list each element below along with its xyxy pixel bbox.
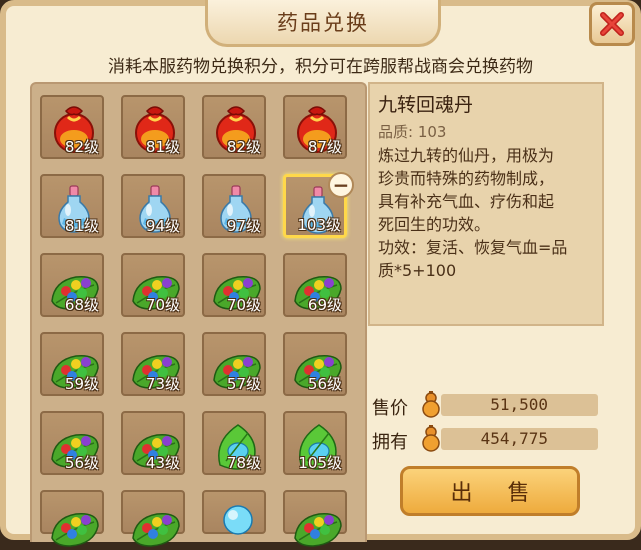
item-effect-line: 质*5+100 [378, 261, 457, 280]
item-slot[interactable]: 87级 [283, 95, 347, 159]
item-level: 57级 [226, 375, 261, 393]
item-name: 九转回魂丹 [378, 94, 474, 116]
item-level: 82级 [226, 138, 261, 156]
item-level: 73级 [145, 375, 180, 393]
herb-icon [51, 513, 99, 547]
dialog-title: 药品兑换 [205, 0, 441, 47]
item-slot[interactable]: 82级 [202, 95, 266, 159]
item-slot[interactable]: 81级 [40, 174, 104, 238]
item-level: 59级 [64, 375, 99, 393]
gourd-currency-icon [422, 391, 440, 418]
item-level: 43级 [145, 454, 180, 472]
item-level: 78级 [226, 454, 261, 472]
item-slot[interactable]: 43级 [121, 411, 185, 475]
item-level: 94级 [145, 217, 180, 235]
item-slot[interactable]: 78级 [202, 411, 266, 475]
dialog-subtitle: 消耗本服药物兑换积分，积分可在跨服帮战商会兑换药物 [108, 57, 533, 77]
close-button[interactable] [589, 2, 635, 46]
item-slot[interactable]: 81级 [121, 95, 185, 159]
gourd-currency-icon [422, 425, 440, 452]
item-slot[interactable]: 97级 [202, 174, 266, 238]
item-level: 103级 [297, 216, 341, 234]
item-slot[interactable]: 82级 [40, 95, 104, 159]
item-slot[interactable]: 73级 [121, 332, 185, 396]
item-level: 81级 [64, 217, 99, 235]
owned-value: 454,775 [441, 428, 598, 450]
price-label: 售价 [372, 398, 408, 419]
item-slot[interactable] [40, 490, 104, 547]
item-level: 56级 [64, 454, 99, 472]
item-quality: 品质: 103 [378, 123, 447, 141]
owned-label: 拥有 [372, 432, 408, 453]
item-slot[interactable]: 68级 [40, 253, 104, 317]
close-icon [600, 12, 624, 36]
item-slot[interactable]: 59级 [40, 332, 104, 396]
item-detail-panel: 九转回魂丹 品质: 103 炼过九转的仙丹，用极为 珍贵而特殊的药物制成， 具有… [368, 82, 604, 326]
price-value: 51,500 [441, 394, 598, 416]
orb-icon [223, 505, 253, 535]
item-level: 105级 [298, 454, 342, 472]
item-slot[interactable] [283, 490, 347, 547]
item-level: 82级 [64, 138, 99, 156]
item-level: 70级 [226, 296, 261, 314]
item-level: 70级 [145, 296, 180, 314]
item-desc-line: 珍贵而特殊的药物制成， [378, 169, 555, 188]
item-level: 56级 [307, 375, 342, 393]
remove-button[interactable]: − [328, 172, 354, 198]
item-slot[interactable] [202, 490, 266, 535]
item-slot[interactable]: 105级 [283, 411, 347, 475]
item-slot[interactable] [121, 490, 185, 547]
item-slot[interactable]: 94级 [121, 174, 185, 238]
item-level: 81级 [145, 138, 180, 156]
item-slot[interactable]: 56级 [40, 411, 104, 475]
item-level: 68级 [64, 296, 99, 314]
herb-icon [294, 513, 342, 547]
item-level: 97级 [226, 217, 261, 235]
item-desc-line: 炼过九转的仙丹，用极为 [378, 146, 555, 165]
sell-button[interactable]: 出 售 [400, 466, 580, 516]
item-slot[interactable]: 57级 [202, 332, 266, 396]
item-slot[interactable]: 70级 [121, 253, 185, 317]
item-level: 87级 [307, 138, 342, 156]
item-slot[interactable]: 56级 [283, 332, 347, 396]
herb-icon [132, 513, 180, 547]
item-level: 69级 [307, 296, 342, 314]
item-slot[interactable]: 69级 [283, 253, 347, 317]
item-desc-line: 具有补充气血、疗伤和起 [378, 192, 555, 211]
item-desc-line: 死回生的功效。 [378, 215, 491, 234]
item-slot[interactable]: 70级 [202, 253, 266, 317]
item-effect-line: 功效：复活、恢复气血=品 [378, 238, 568, 257]
